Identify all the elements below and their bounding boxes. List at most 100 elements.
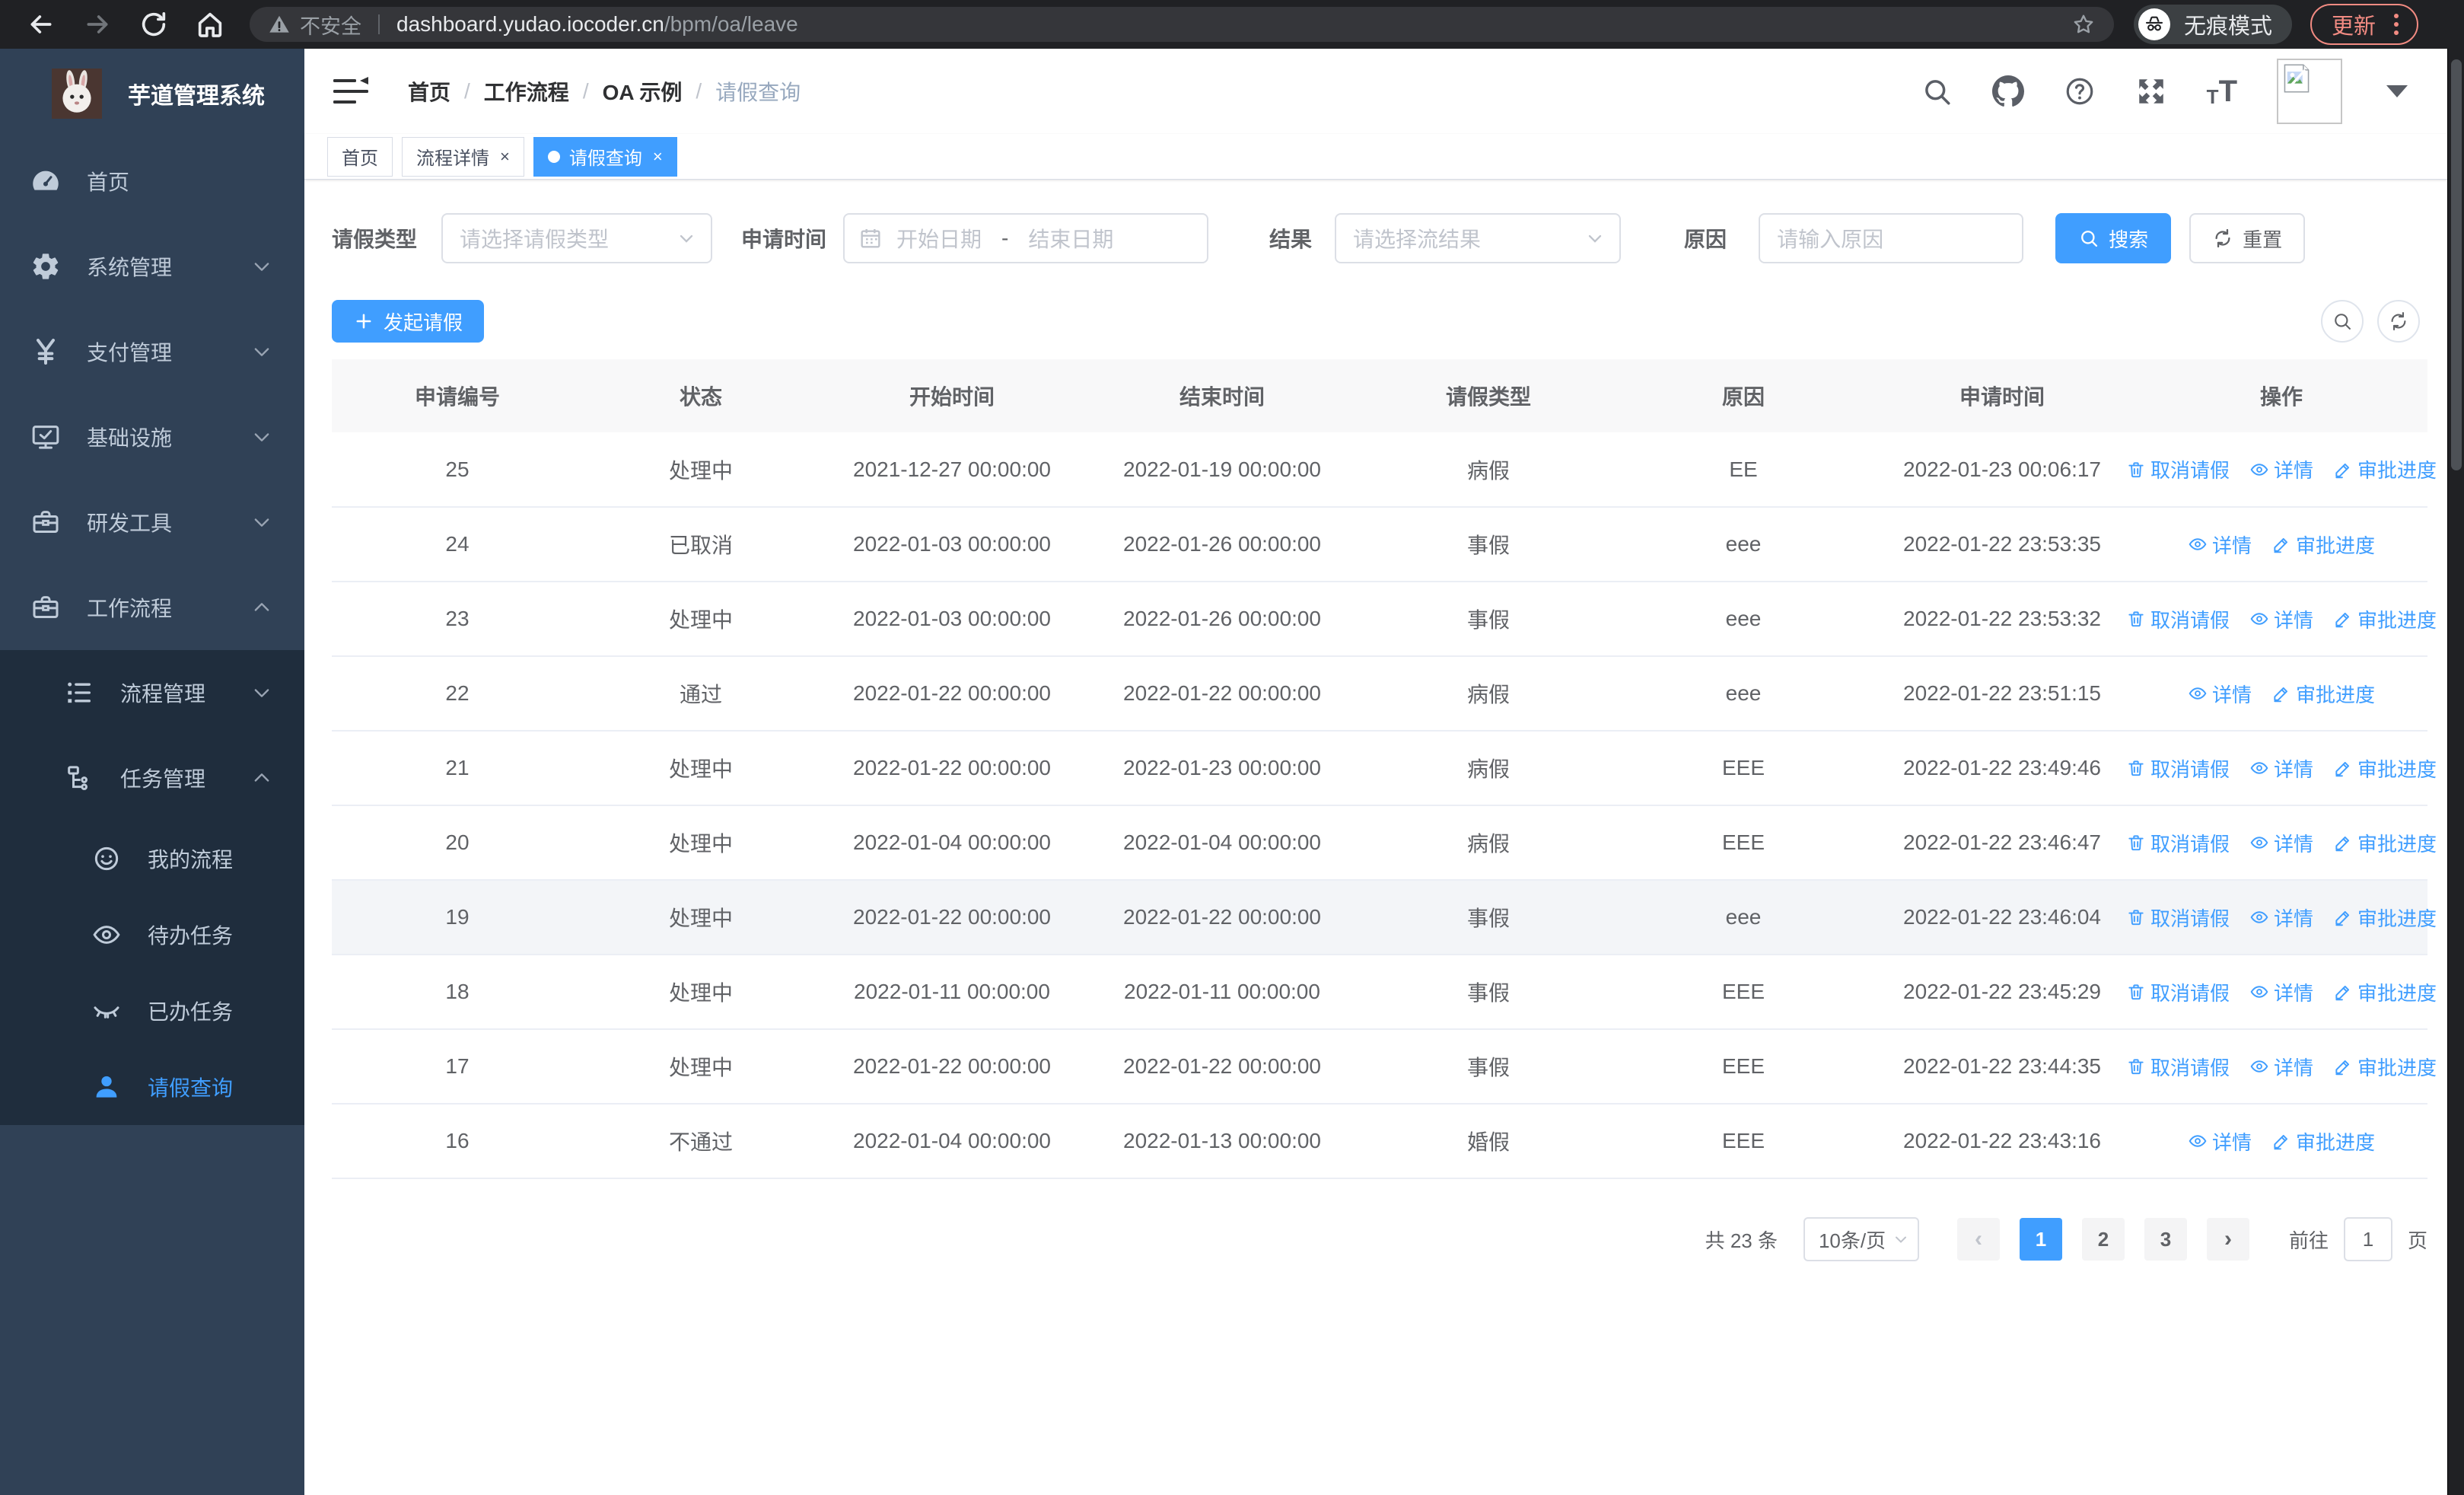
page-button-1[interactable]: 1	[2019, 1218, 2062, 1261]
create-leave-button[interactable]: 发起请假	[332, 300, 485, 343]
sidebar-item-2[interactable]: 支付管理	[0, 309, 304, 394]
sidebar-item-5[interactable]: 工作流程	[0, 565, 304, 650]
cancel-action-link[interactable]: 取消请假	[2126, 978, 2230, 1006]
page-scrollbar-thumb[interactable]	[2451, 59, 2462, 470]
fullscreen-icon[interactable]	[2135, 75, 2167, 107]
sidebar-item-6[interactable]: 流程管理	[0, 650, 304, 735]
search-button-label: 搜索	[2109, 228, 2149, 251]
sidebar-item-3[interactable]: 基础设施	[0, 394, 304, 480]
trash-icon	[2126, 758, 2150, 778]
cancel-action-link[interactable]: 取消请假	[2126, 904, 2230, 932]
detail-action-link[interactable]: 详情	[2249, 754, 2313, 783]
cell-start: 2022-01-22 00:00:00	[819, 656, 1085, 732]
browser-reload-icon[interactable]	[138, 9, 169, 40]
refresh-table-button[interactable]	[2377, 300, 2420, 343]
action-label: 详情	[2211, 534, 2252, 557]
tab-close-icon[interactable]: ×	[500, 148, 510, 165]
sidebar-item-10[interactable]: 已办任务	[0, 973, 304, 1049]
page-button-2[interactable]: 2	[2081, 1218, 2125, 1261]
user-avatar[interactable]	[2277, 59, 2342, 124]
detail-action-link[interactable]: 详情	[2249, 605, 2313, 633]
tab-close-icon[interactable]: ×	[653, 148, 663, 165]
tab-2[interactable]: 请假查询 ×	[533, 136, 677, 177]
view-eye-icon	[2249, 1057, 2274, 1076]
tab-0[interactable]: 首页	[327, 136, 393, 177]
browser-update-button[interactable]: 更新	[2310, 4, 2419, 45]
cell-type: 事假	[1359, 955, 1618, 1030]
progress-action-link[interactable]: 审批进度	[2333, 754, 2437, 783]
reason-label: 原因	[1684, 228, 1727, 251]
jump-page-input[interactable]: 1	[2343, 1217, 2392, 1261]
progress-action-link[interactable]: 审批进度	[2333, 904, 2437, 932]
progress-action-link[interactable]: 审批进度	[2271, 680, 2375, 708]
sidebar-item-0[interactable]: 首页	[0, 139, 304, 224]
progress-action-link[interactable]: 审批进度	[2333, 455, 2437, 483]
next-page-button[interactable]: ›	[2206, 1218, 2249, 1261]
font-size-icon[interactable]: TT	[2207, 76, 2237, 107]
tab-1[interactable]: 流程详情 ×	[402, 136, 524, 177]
prev-page-button[interactable]: ‹	[1956, 1218, 2000, 1261]
header-search-icon[interactable]	[1921, 75, 1953, 107]
detail-action-link[interactable]: 详情	[2249, 455, 2313, 483]
progress-action-link[interactable]: 审批进度	[2333, 1053, 2437, 1081]
help-icon[interactable]	[2064, 75, 2096, 107]
browser-back-icon[interactable]	[26, 9, 56, 40]
detail-action-link[interactable]: 详情	[2249, 904, 2313, 932]
sidebar-item-4[interactable]: 研发工具	[0, 480, 304, 565]
progress-action-link[interactable]: 审批进度	[2333, 829, 2437, 857]
action-label: 详情	[2274, 757, 2314, 781]
reset-button[interactable]: 重置	[2189, 213, 2306, 263]
reason-input[interactable]: 请输入原因	[1759, 213, 2024, 263]
page-button-3[interactable]: 3	[2144, 1218, 2187, 1261]
security-warning-icon[interactable]	[268, 13, 291, 36]
detail-action-link[interactable]: 详情	[2249, 978, 2313, 1006]
incognito-badge: 无痕模式	[2134, 5, 2293, 44]
sidebar-fold-icon[interactable]	[332, 75, 370, 107]
avatar-dropdown-icon[interactable]	[2386, 85, 2408, 97]
toggle-search-button[interactable]	[2321, 300, 2364, 343]
page-scrollbar[interactable]	[2447, 49, 2464, 1495]
detail-action-link[interactable]: 详情	[2188, 680, 2252, 708]
cancel-action-link[interactable]: 取消请假	[2126, 455, 2230, 483]
sidebar-item-7[interactable]: 任务管理	[0, 735, 304, 821]
page-size-select[interactable]: 10条/页	[1803, 1217, 1919, 1261]
tags-view-bar: 首页 流程详情 × 请假查询 ×	[304, 134, 2447, 180]
sidebar-item-8[interactable]: 我的流程	[0, 821, 304, 897]
github-icon[interactable]	[1991, 75, 2024, 107]
cancel-action-link[interactable]: 取消请假	[2126, 829, 2230, 857]
browser-menu-icon[interactable]	[2386, 11, 2406, 37]
tab-label: 首页	[342, 148, 378, 169]
cell-actions: 取消请假 详情 审批进度	[2128, 955, 2437, 1030]
detail-action-link[interactable]: 详情	[2249, 829, 2313, 857]
progress-action-link[interactable]: 审批进度	[2271, 1127, 2375, 1156]
cancel-action-link[interactable]: 取消请假	[2126, 1053, 2230, 1081]
progress-action-link[interactable]: 审批进度	[2271, 531, 2375, 559]
cell-actions: 取消请假 详情 审批进度	[2128, 731, 2437, 806]
browser-address-bar[interactable]: 不安全 dashboard.yudao.iocoder.cn/bpm/oa/le…	[250, 7, 2114, 42]
cell-status: 处理中	[583, 880, 819, 955]
search-button[interactable]: 搜索	[2055, 213, 2172, 263]
detail-action-link[interactable]: 详情	[2188, 1127, 2252, 1156]
progress-action-link[interactable]: 审批进度	[2333, 605, 2437, 633]
breadcrumb-item-1[interactable]: 工作流程	[484, 76, 569, 107]
breadcrumb-item-0[interactable]: 首页	[408, 76, 450, 107]
breadcrumb-item-2[interactable]: OA 示例	[603, 76, 683, 107]
apply-time-range-picker[interactable]: 开始日期 - 结束日期	[843, 213, 1209, 263]
progress-action-link[interactable]: 审批进度	[2333, 978, 2437, 1006]
cancel-action-link[interactable]: 取消请假	[2126, 605, 2230, 633]
bookmark-star-icon[interactable]	[2071, 12, 2096, 37]
detail-action-link[interactable]: 详情	[2249, 1053, 2313, 1081]
cancel-action-link[interactable]: 取消请假	[2126, 754, 2230, 783]
omnibox-divider	[378, 14, 380, 34]
detail-action-link[interactable]: 详情	[2188, 531, 2252, 559]
leave-type-select[interactable]: 请选择请假类型	[441, 213, 713, 263]
page-number-buttons: 123	[2000, 1218, 2187, 1261]
cell-actions: 取消请假 详情 审批进度	[2128, 582, 2437, 657]
sidebar-item-11[interactable]: 请假查询	[0, 1049, 304, 1125]
result-select[interactable]: 请选择流结果	[1335, 213, 1622, 263]
browser-home-icon[interactable]	[195, 9, 225, 40]
app-logo-row[interactable]: 芋道管理系统	[0, 49, 304, 139]
sidebar-item-1[interactable]: 系统管理	[0, 224, 304, 309]
browser-forward-icon[interactable]	[82, 9, 113, 40]
sidebar-item-9[interactable]: 待办任务	[0, 897, 304, 973]
